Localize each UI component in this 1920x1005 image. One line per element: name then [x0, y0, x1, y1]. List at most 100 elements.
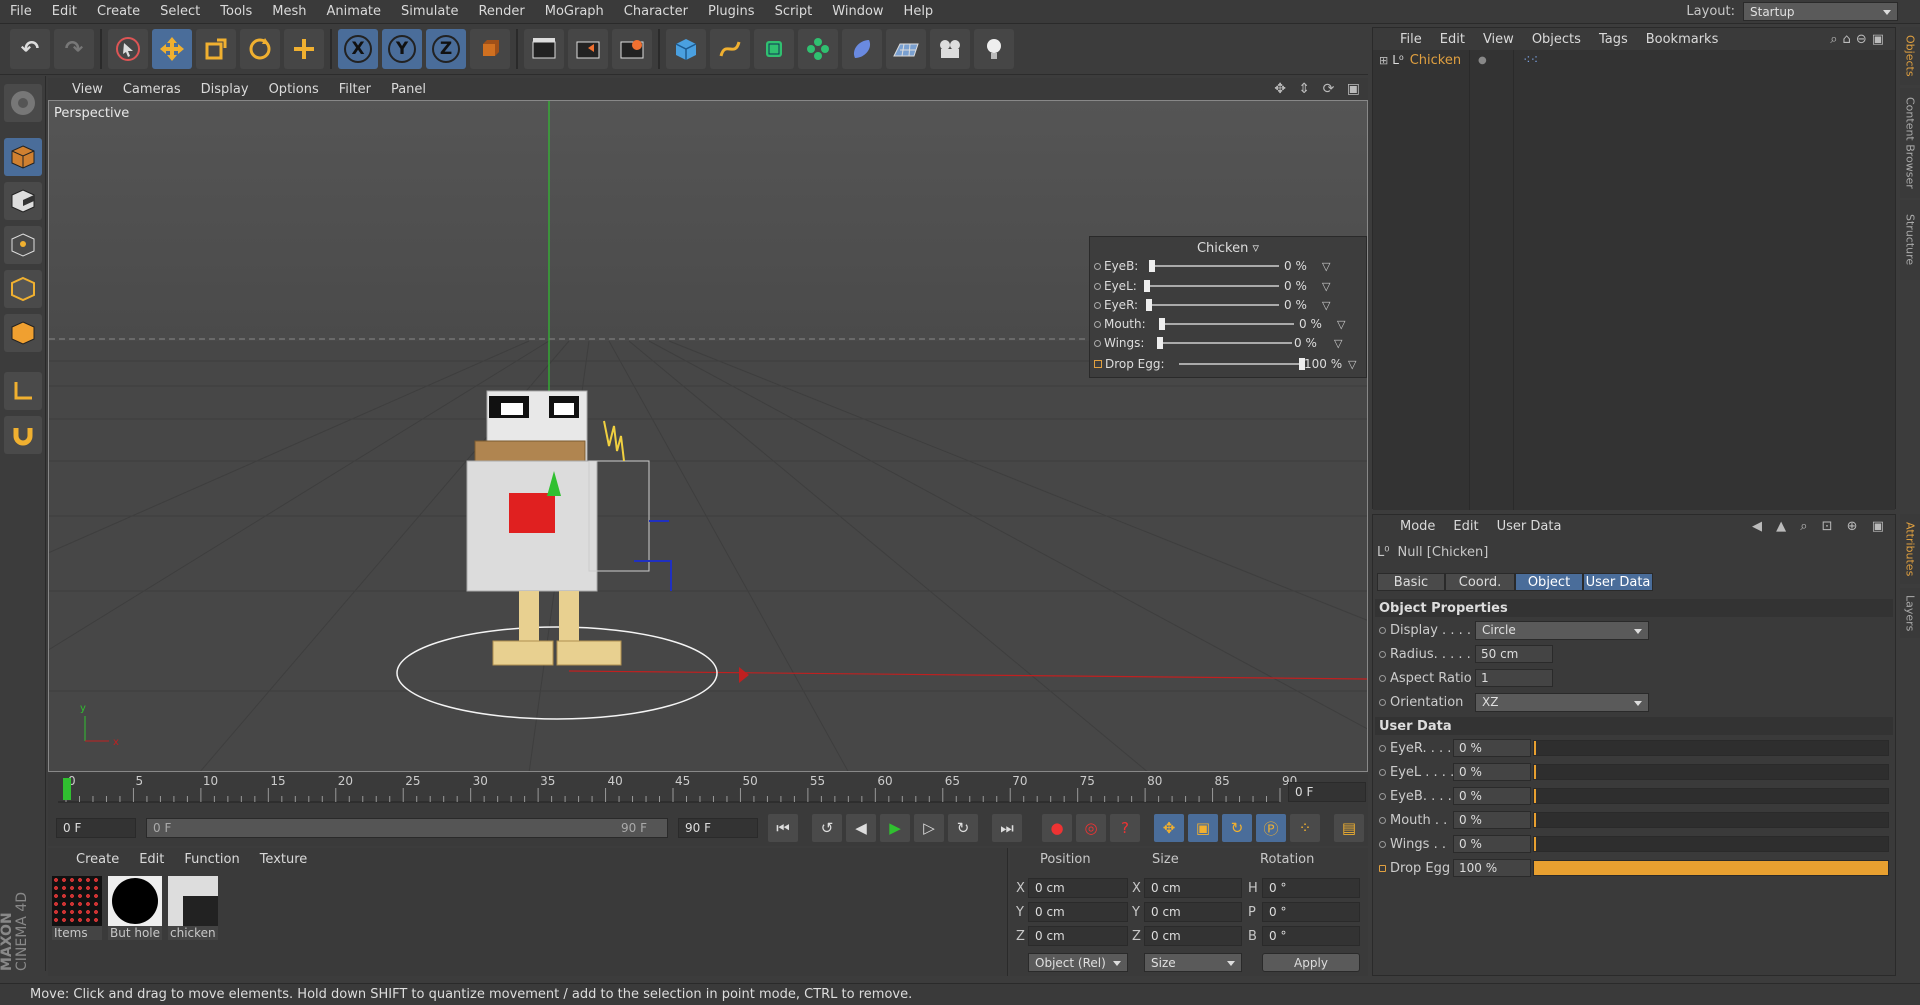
- hud-slider-knob[interactable]: [1149, 260, 1155, 272]
- animate-dot-icon[interactable]: [1379, 626, 1386, 634]
- material-swatch[interactable]: But hole: [108, 876, 162, 944]
- animate-dot-icon[interactable]: [1379, 674, 1386, 682]
- move-icon[interactable]: [152, 29, 192, 69]
- position-z-field[interactable]: 0 cm: [1028, 926, 1128, 946]
- eyeb-field[interactable]: 0 %: [1453, 787, 1531, 805]
- size-mode-dropdown[interactable]: Size: [1144, 953, 1242, 972]
- current-frame-field[interactable]: 0 F: [1288, 782, 1366, 802]
- start-frame-field[interactable]: 0 F: [56, 818, 136, 838]
- rotation-b-field[interactable]: 0 °: [1262, 926, 1360, 946]
- material-menu-texture[interactable]: Texture: [250, 852, 318, 867]
- object-row-chicken[interactable]: ⊞ L⁰ Chicken ● ⁖⁖: [1373, 50, 1895, 70]
- y-axis-lock-icon[interactable]: Y: [382, 29, 422, 69]
- snap-magnet-icon[interactable]: [4, 416, 42, 454]
- key-position-icon[interactable]: ✥: [1154, 814, 1184, 842]
- animate-dot-icon[interactable]: [1379, 650, 1386, 658]
- end-frame-field[interactable]: 90 F: [678, 818, 758, 838]
- hud-slider-knob[interactable]: [1146, 299, 1152, 311]
- animate-dot-icon[interactable]: [1094, 320, 1101, 328]
- wings-slider[interactable]: [1533, 836, 1889, 852]
- menu-render[interactable]: Render: [468, 4, 534, 19]
- cube-icon[interactable]: [666, 29, 706, 69]
- menu-simulate[interactable]: Simulate: [391, 4, 468, 19]
- cloner-icon[interactable]: [798, 29, 838, 69]
- undo-icon[interactable]: ↶: [10, 29, 50, 69]
- hud-slider-track[interactable]: [1159, 323, 1294, 325]
- menu-edit[interactable]: Edit: [42, 4, 87, 19]
- hud-slider-knob[interactable]: [1157, 337, 1163, 349]
- viewport-nav-icons[interactable]: ✥ ⇕ ⟳ ▣: [1274, 81, 1364, 97]
- menu-create[interactable]: Create: [87, 4, 150, 19]
- keyframe-selection-icon[interactable]: ?: [1110, 814, 1140, 842]
- attr-menu-mode[interactable]: Mode: [1391, 519, 1444, 534]
- side-tab-objects[interactable]: Objects: [1900, 27, 1920, 85]
- menu-animate[interactable]: Animate: [317, 4, 391, 19]
- side-tab-layers[interactable]: Layers: [1900, 588, 1920, 638]
- scale-icon[interactable]: [196, 29, 236, 69]
- wings-field[interactable]: 0 %: [1453, 835, 1531, 853]
- hud-slider-track[interactable]: [1149, 265, 1279, 267]
- key-parameter-icon[interactable]: Ⓟ: [1256, 814, 1286, 842]
- menu-file[interactable]: File: [0, 4, 42, 19]
- hud-title[interactable]: Chicken ▿: [1090, 241, 1366, 256]
- goto-prev-key-icon[interactable]: ↺: [812, 814, 842, 842]
- hud-slider-track[interactable]: [1144, 285, 1279, 287]
- eyer-slider[interactable]: [1533, 740, 1889, 756]
- size-x-field[interactable]: 0 cm: [1144, 878, 1242, 898]
- material-menu-function[interactable]: Function: [174, 852, 249, 867]
- expand-icon[interactable]: ⊞: [1379, 54, 1388, 67]
- goto-end-icon[interactable]: ⏭: [992, 814, 1022, 842]
- material-swatch[interactable]: chicken: [168, 876, 218, 944]
- attr-menu-user-data[interactable]: User Data: [1488, 519, 1571, 534]
- points-mode-icon[interactable]: [4, 226, 42, 264]
- texture-mode-icon[interactable]: [4, 182, 42, 220]
- attr-menu-edit[interactable]: Edit: [1444, 519, 1487, 534]
- object-manager-search-icons[interactable]: ⌕⌂⊖▣: [1830, 32, 1889, 47]
- mouth-field[interactable]: 0 %: [1453, 811, 1531, 829]
- menu-help[interactable]: Help: [894, 4, 944, 19]
- radius-field[interactable]: 50 cm: [1475, 645, 1553, 663]
- size-y-field[interactable]: 0 cm: [1144, 902, 1242, 922]
- make-editable-icon[interactable]: [4, 84, 42, 122]
- menu-script[interactable]: Script: [765, 4, 823, 19]
- eyeb-slider[interactable]: [1533, 788, 1889, 804]
- objects-menu-edit[interactable]: Edit: [1431, 32, 1474, 47]
- material-swatch[interactable]: Items: [52, 876, 102, 944]
- tab-object[interactable]: Object: [1515, 573, 1583, 591]
- 3d-viewport[interactable]: y x Perspective Chicken ▿ EyeB: 0 % ▽ Ey…: [48, 100, 1368, 772]
- menu-mograph[interactable]: MoGraph: [535, 4, 614, 19]
- hud-slider-knob[interactable]: [1144, 280, 1150, 292]
- edges-mode-icon[interactable]: [4, 270, 42, 308]
- display-dropdown[interactable]: Circle: [1475, 620, 1649, 640]
- play-icon[interactable]: ▶: [880, 814, 910, 842]
- viewport-menu-options[interactable]: Options: [259, 82, 329, 97]
- coordinate-system-icon[interactable]: [470, 29, 510, 69]
- light-icon[interactable]: [974, 29, 1014, 69]
- x-axis-lock-icon[interactable]: X: [338, 29, 378, 69]
- render-settings-icon[interactable]: [612, 29, 652, 69]
- chevron-down-icon[interactable]: ▽: [1348, 358, 1356, 371]
- hud-slider-knob[interactable]: [1159, 318, 1165, 330]
- hud-row-eyeb[interactable]: EyeB: 0 % ▽: [1094, 257, 1364, 275]
- animate-dot-icon[interactable]: [1379, 698, 1386, 706]
- size-z-field[interactable]: 0 cm: [1144, 926, 1242, 946]
- subdivision-surface-icon[interactable]: [754, 29, 794, 69]
- menu-select[interactable]: Select: [150, 4, 210, 19]
- menu-plugins[interactable]: Plugins: [698, 4, 765, 19]
- animate-dot-icon[interactable]: [1379, 816, 1386, 824]
- chevron-down-icon[interactable]: ▽: [1322, 299, 1330, 312]
- animate-dot-icon[interactable]: [1094, 339, 1101, 347]
- key-rotation-icon[interactable]: ↻: [1222, 814, 1252, 842]
- menu-mesh[interactable]: Mesh: [262, 4, 316, 19]
- objects-menu-objects[interactable]: Objects: [1523, 32, 1590, 47]
- animate-dot-icon[interactable]: [1094, 360, 1102, 368]
- animate-dot-icon[interactable]: [1379, 744, 1386, 752]
- last-tool-icon[interactable]: [284, 29, 324, 69]
- apply-button[interactable]: Apply: [1262, 953, 1360, 972]
- side-tab-structure[interactable]: Structure: [1900, 200, 1920, 280]
- animate-dot-icon[interactable]: [1094, 262, 1101, 270]
- goto-start-icon[interactable]: ⏮: [768, 814, 798, 842]
- eyer-field[interactable]: 0 %: [1453, 739, 1531, 757]
- position-x-field[interactable]: 0 cm: [1028, 878, 1128, 898]
- side-tab-attributes[interactable]: Attributes: [1900, 514, 1920, 584]
